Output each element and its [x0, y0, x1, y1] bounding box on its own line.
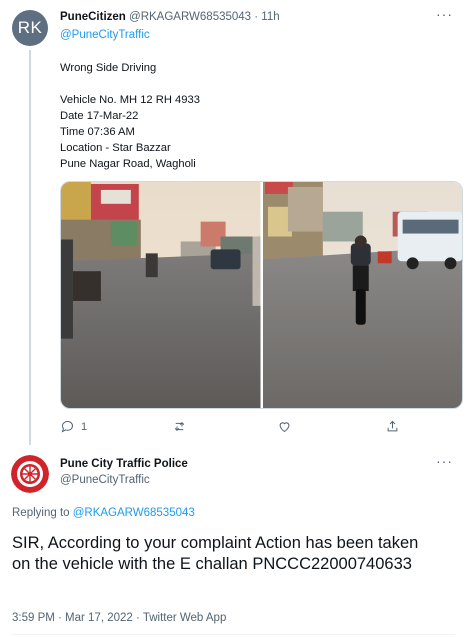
road-photo-right[interactable] [262, 182, 463, 408]
share-button[interactable] [385, 419, 400, 434]
share-icon [387, 420, 398, 432]
tweet-text-line: Pune Nagar Road, Wagholi [60, 158, 196, 170]
replying-to-mention[interactable]: @PuneCityTraffic [60, 29, 150, 41]
tweet-media [60, 181, 463, 409]
replying-mention[interactable]: @RKAGARW68535043 [73, 507, 195, 519]
road-photo-left[interactable] [61, 182, 261, 408]
more-options-icon[interactable]: ··· [436, 453, 453, 469]
tweet-text: Wrong Side Driving Vehicle No. MH 12 RH … [60, 60, 200, 172]
retweet-button[interactable] [172, 419, 187, 434]
tweet-text-line: Wrong Side Driving [60, 62, 157, 74]
handle-and-time[interactable]: @RKAGARW68535043 · 11h [129, 11, 280, 23]
reply-tweet-text: SIR, According to your complaint Action … [12, 534, 419, 573]
tweet-text-line: Vehicle No. MH 12 RH 4933 [60, 94, 200, 106]
avatar[interactable]: RK [12, 10, 48, 46]
replying-prefix: Replying to [12, 507, 73, 519]
handle[interactable]: @PuneCityTraffic [60, 474, 150, 486]
tweet-text-line [60, 76, 200, 92]
more-options-icon[interactable]: ··· [436, 6, 453, 22]
thread-line [29, 50, 31, 445]
tweet-header: PuneCitizen @RKAGARW68535043 · 11h [60, 11, 280, 23]
display-name[interactable]: Pune City Traffic Police [60, 458, 188, 470]
tweet-text-line: Location - Star Bazzar [60, 142, 171, 154]
tweet-text-line: Time 07:36 AM [60, 126, 135, 138]
reply-button[interactable]: 1 [60, 419, 87, 434]
tweet-timestamp[interactable]: 3:59 PM · Mar 17, 2022 · Twitter Web App [12, 612, 226, 624]
tweet-actions: 1 [60, 419, 410, 437]
police-logo-avatar[interactable] [11, 455, 49, 493]
police-logo-icon [11, 455, 49, 493]
heart-icon [279, 422, 290, 433]
avatar-initials: RK [17, 18, 43, 37]
like-button[interactable] [277, 419, 292, 434]
display-name[interactable]: PuneCitizen [60, 11, 126, 23]
retweet-icon [174, 422, 185, 431]
tweet-text-line: Date 17-Mar-22 [60, 110, 139, 122]
replying-to: Replying to @RKAGARW68535043 [12, 507, 195, 519]
reply-count: 1 [81, 420, 88, 433]
reply-icon [61, 421, 73, 433]
divider [12, 634, 455, 635]
